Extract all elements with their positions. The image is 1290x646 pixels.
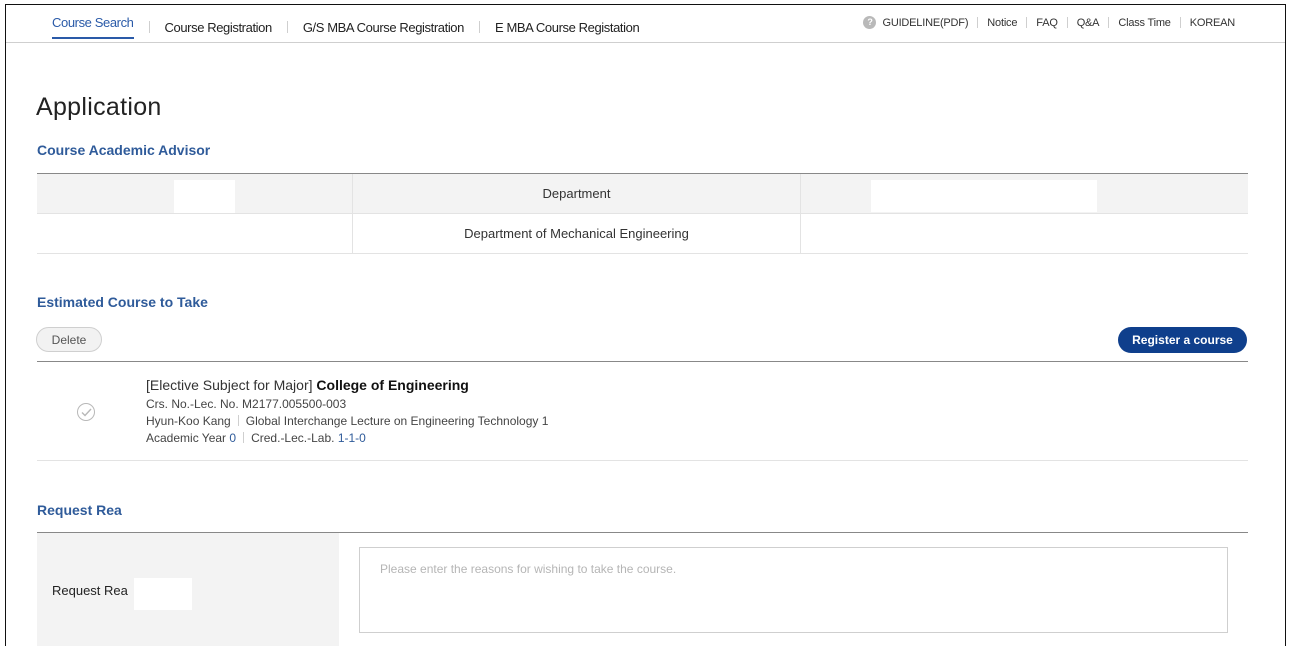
course-instructor: Hyun-Koo Kang (146, 414, 231, 428)
notice-link[interactable]: Notice (987, 17, 1017, 29)
request-label: Request Rea (52, 583, 128, 598)
course-title-line: Hyun-Koo Kang Global Interchange Lecture … (146, 413, 548, 430)
tab-course-registration[interactable]: Course Registration (165, 20, 273, 35)
tab-gs-mba-registration[interactable]: G/S MBA Course Registration (303, 20, 465, 35)
advisor-table-row: Department of Mechanical Engineering (37, 214, 1248, 254)
credit-label: Cred.-Lec.-Lab. (251, 431, 335, 445)
advisor-section-title: Course Academic Advisor (37, 142, 211, 158)
advisor-name-header (37, 174, 353, 213)
advisor-table: Department Department of Mechanical Engi… (37, 173, 1248, 254)
advisor-extra-cell (801, 214, 1248, 253)
field-divider (243, 432, 245, 443)
qa-link[interactable]: Q&A (1077, 17, 1100, 29)
redacted-area (871, 180, 1097, 212)
course-number-value: M2177.005500-003 (242, 397, 347, 411)
class-time-link[interactable]: Class Time (1118, 17, 1171, 29)
redacted-area (134, 578, 192, 610)
credit-value: 1-1-0 (337, 431, 366, 445)
course-title: Global Interchange Lecture on Engineerin… (245, 414, 549, 428)
field-divider (237, 415, 239, 426)
department-header: Department (353, 174, 801, 213)
link-divider (977, 17, 979, 28)
link-divider (1108, 17, 1110, 28)
utility-links: ? GUIDELINE(PDF) Notice FAQ Q&A Class Ti… (863, 16, 1235, 29)
course-college: College of Engineering (316, 377, 469, 393)
request-section-title: Request Rea (37, 502, 122, 518)
tab-course-search[interactable]: Course Search (52, 15, 134, 39)
course-heading: [Elective Subject for Major] College of … (146, 377, 548, 394)
nav-divider (286, 21, 288, 33)
estimated-section-title: Estimated Course to Take (37, 294, 208, 310)
request-reason-input[interactable] (359, 547, 1228, 633)
course-select-checkbox[interactable] (77, 403, 95, 421)
tab-emba-registration[interactable]: E MBA Course Registation (495, 20, 640, 35)
link-divider (1066, 17, 1068, 28)
link-divider (1179, 17, 1181, 28)
nav-tabs: Course Search Course Registration G/S MB… (52, 15, 640, 39)
delete-button[interactable]: Delete (36, 327, 102, 352)
nav-divider (148, 21, 150, 33)
academic-year-label: Academic Year (146, 431, 227, 445)
request-label-cell: Request Rea (37, 533, 339, 646)
course-list-item: [Elective Subject for Major] College of … (146, 377, 548, 447)
faq-link[interactable]: FAQ (1036, 17, 1058, 29)
divider (37, 361, 1248, 362)
nav-divider (478, 21, 480, 33)
guideline-link[interactable]: GUIDELINE(PDF) (882, 17, 968, 29)
language-link[interactable]: KOREAN (1190, 17, 1235, 29)
app-frame: Course Search Course Registration G/S MB… (5, 4, 1286, 646)
link-divider (1026, 17, 1028, 28)
page-title: Application (36, 93, 162, 121)
check-icon (81, 408, 92, 417)
help-icon: ? (863, 16, 877, 29)
course-number-label: Crs. No.-Lec. No. (146, 397, 239, 411)
advisor-name-cell (37, 214, 353, 253)
divider (37, 460, 1248, 461)
course-number-line: Crs. No.-Lec. No. M2177.005500-003 (146, 396, 548, 413)
department-cell: Department of Mechanical Engineering (353, 214, 801, 253)
academic-year-value: 0 (229, 431, 237, 445)
register-course-button[interactable]: Register a course (1118, 327, 1247, 353)
redacted-area (174, 180, 235, 213)
course-credit-line: Academic Year 0 Cred.-Lec.-Lab. 1-1-0 (146, 430, 548, 447)
advisor-table-header: Department (37, 174, 1248, 214)
advisor-extra-header (801, 174, 1248, 213)
course-category: [Elective Subject for Major] (146, 377, 313, 393)
top-nav: Course Search Course Registration G/S MB… (6, 5, 1285, 43)
